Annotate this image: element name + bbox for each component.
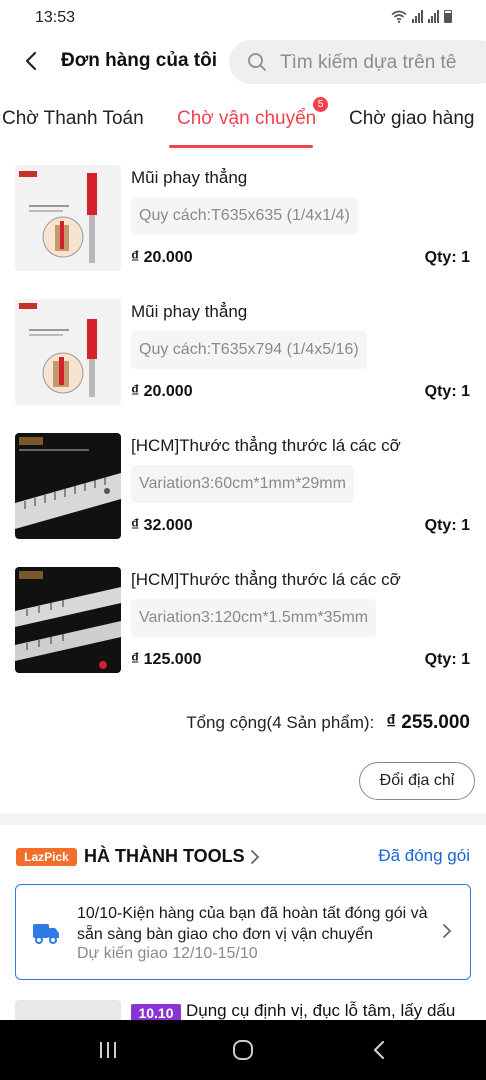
back-button[interactable] [16,46,46,76]
product-variation: Variation3:120cm*1.5mm*35mm [131,599,377,637]
change-address-button[interactable]: Đổi địa chỉ [359,762,475,800]
product-item[interactable]: [HCM]Thước thẳng thước lá các cỡ Variati… [0,433,486,539]
product-thumbnail [15,433,121,539]
product-name: Mũi phay thẳng [131,302,248,321]
status-time: 13:53 [35,9,76,26]
status-icons [391,10,452,23]
system-navigation-bar [0,1020,486,1080]
product-name: [HCM]Thước thẳng thước lá các cỡ [131,570,401,589]
status-bar: 13:53 [0,0,486,36]
order-tabs: Chờ Thanh Toán Chờ vận chuyển Chờ giao h… [0,96,486,148]
estimated-delivery: Dự kiến giao 12/10-15/10 [77,945,258,962]
product-price: ₫ 32.000 [131,517,193,534]
back-icon [373,1040,385,1060]
product-price: ₫ 20.000 [131,249,193,266]
tab-count-badge: 5 [311,95,330,114]
battery-icon [444,10,452,23]
page-title: Đơn hàng của tôi [61,50,218,71]
search-icon [248,53,266,71]
product-qty: Qty: 1 [424,651,470,668]
tab-awaiting-delivery[interactable]: Chờ giao hàng [349,108,475,130]
wifi-icon [391,10,407,23]
product-variation: Quy cách:T635x635 (1/4x1/4) [131,197,358,235]
product-price: ₫ 20.000 [131,383,193,400]
product-thumbnail [15,1000,121,1020]
product-thumbnail [15,165,121,271]
search-placeholder: Tìm kiếm dựa trên tê [280,52,457,73]
promo-badge: 10.10 [131,1004,181,1020]
truck-icon [33,924,59,944]
product-item[interactable]: Mũi phay thẳng Quy cách:T635x635 (1/4x1/… [0,165,486,271]
product-item[interactable]: 10.10 Dụng cụ định vị, đục lỗ tâm, lấy d… [0,996,486,1020]
app-header: Đơn hàng của tôi Tìm kiếm dựa trên tê [0,38,486,86]
product-qty: Qty: 1 [424,383,470,400]
product-name: Dụng cụ định vị, đục lỗ tâm, lấy dấu [186,1001,456,1020]
store-header[interactable]: LazPick HÀ THÀNH TOOLS Đã đóng gói [0,842,486,872]
order-total: Tổng cộng(4 Sản phẩm): ₫ 255.000 [186,712,470,734]
product-name: Mũi phay thẳng [131,168,248,187]
product-thumbnail [15,299,121,405]
back-nav-button[interactable] [359,1035,399,1065]
home-button[interactable] [223,1035,263,1065]
product-name: [HCM]Thước thẳng thước lá các cỡ [131,436,401,455]
lazpick-badge: LazPick [16,848,77,866]
product-variation: Variation3:60cm*1mm*29mm [131,465,354,503]
product-thumbnail [15,567,121,673]
recent-apps-icon [100,1042,116,1058]
chevron-left-icon [25,51,37,71]
shipment-message: 10/10-Kiện hàng của bạn đã hoàn tất đóng… [77,905,428,943]
chevron-right-icon [443,924,452,938]
search-input[interactable]: Tìm kiếm dựa trên tê [229,40,486,84]
product-item[interactable]: [HCM]Thước thẳng thước lá các cỡ Variati… [0,567,486,673]
recent-apps-button[interactable] [88,1035,128,1065]
signal-icon [412,10,423,23]
tab-awaiting-payment[interactable]: Chờ Thanh Toán [2,108,144,130]
product-price: ₫ 125.000 [131,651,202,668]
signal-icon [428,10,439,23]
product-variation: Quy cách:T635x794 (1/4x5/16) [131,331,367,369]
section-divider [0,813,486,825]
active-tab-indicator [169,145,313,148]
product-qty: Qty: 1 [424,249,470,266]
total-value: ₫ 255.000 [386,712,470,733]
package-status: Đã đóng gói [378,846,470,865]
store-name[interactable]: HÀ THÀNH TOOLS [84,846,245,867]
product-qty: Qty: 1 [424,517,470,534]
product-item[interactable]: Mũi phay thẳng Quy cách:T635x794 (1/4x5/… [0,299,486,405]
shipment-info-card[interactable]: 10/10-Kiện hàng của bạn đã hoàn tất đóng… [15,884,471,980]
home-icon [233,1040,253,1060]
chevron-right-icon [251,850,260,864]
tab-awaiting-shipment[interactable]: Chờ vận chuyển [177,108,316,130]
total-label: Tổng cộng(4 Sản phẩm): [186,713,375,732]
